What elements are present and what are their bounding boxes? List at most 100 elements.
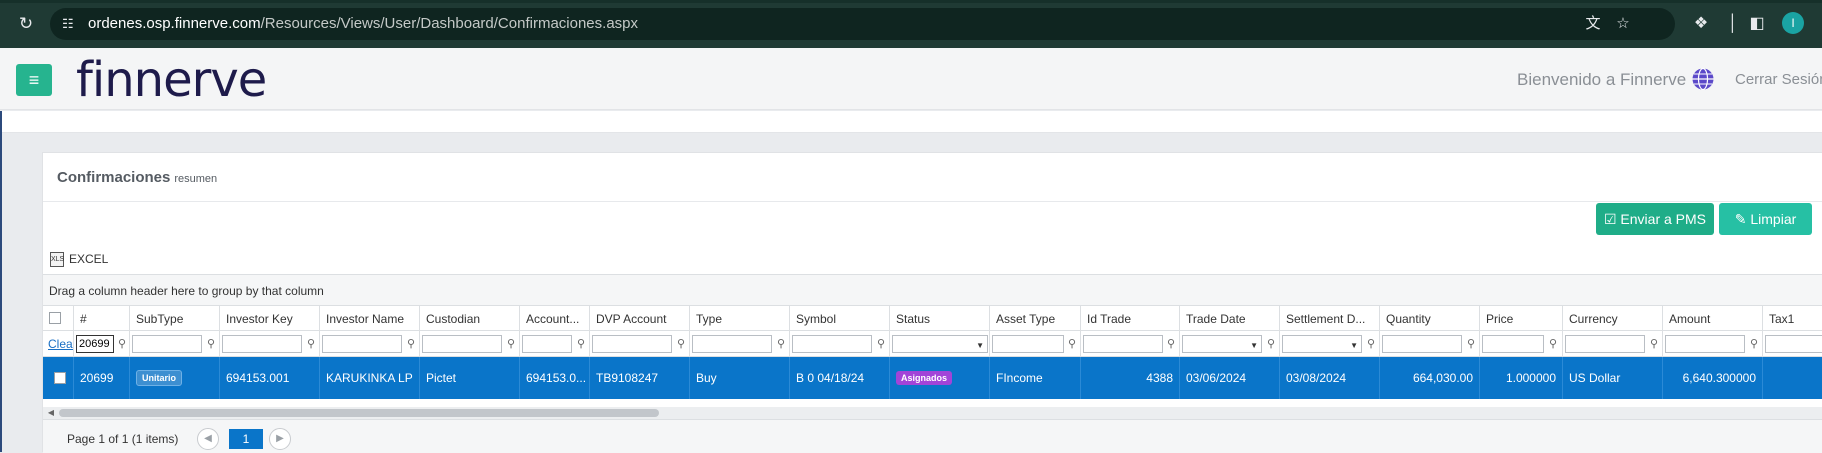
filter-input-id-trade[interactable] (1083, 335, 1163, 353)
cell-investor-key: 694153.001 (220, 357, 320, 399)
logout-link[interactable]: Cerrar Sesión (1735, 71, 1822, 88)
title-divider (43, 201, 1822, 202)
page-number-current[interactable]: 1 (229, 429, 263, 449)
column-header-currency[interactable]: Currency (1563, 306, 1663, 330)
panel-subtitle: resumen (174, 173, 218, 185)
column-header-dvp-account[interactable]: DVP Account (590, 306, 690, 330)
filter-date-settlement[interactable]: ▼ (1282, 335, 1362, 353)
grid-pager: Page 1 of 1 (1 items) ◀ 1 ▶ (43, 419, 1822, 453)
filter-clear-link[interactable]: Clear (48, 337, 73, 351)
group-panel[interactable]: Drag a column header here to group by th… (43, 274, 1822, 306)
translate-icon[interactable]: 文 (1583, 14, 1603, 34)
filter-pin-icon[interactable]: ⚲ (1367, 337, 1375, 350)
row-checkbox[interactable] (54, 372, 66, 384)
column-header-investor-key[interactable]: Investor Key (220, 306, 320, 330)
address-bar[interactable]: ☷ ordenes.osp.finnerve.com/Resources/Vie… (50, 8, 1675, 40)
filter-pin-icon[interactable]: ⚲ (777, 337, 785, 350)
filter-input-quantity[interactable] (1382, 335, 1462, 353)
filter-input-price[interactable] (1482, 335, 1544, 353)
column-header-symbol[interactable]: Symbol (790, 306, 890, 330)
filter-pin-icon[interactable]: ⚲ (407, 337, 415, 350)
filter-pin-icon[interactable]: ⚲ (1750, 337, 1758, 350)
filter-cell-quantity: ⚲ (1380, 331, 1480, 356)
filter-pin-icon[interactable]: ⚲ (1167, 337, 1175, 350)
filter-pin-icon[interactable]: ⚲ (207, 337, 215, 350)
next-page-icon[interactable]: ▶ (269, 428, 291, 450)
cell-id-trade: 4388 (1081, 357, 1180, 399)
select-all-checkbox[interactable] (49, 312, 61, 324)
welcome-text: Bienvenido a Finnerve (1517, 70, 1687, 89)
filter-pin-icon[interactable]: ⚲ (677, 337, 685, 350)
filter-input-account[interactable] (522, 335, 572, 353)
column-header-investor-name[interactable]: Investor Name (320, 306, 420, 330)
filter-date-trade[interactable]: ▼ (1182, 335, 1262, 353)
row-select-cell[interactable] (43, 357, 74, 399)
prev-page-icon[interactable]: ◀ (197, 428, 219, 450)
filter-cell-trade-date: ▼ ⚲ (1180, 331, 1280, 356)
filter-pin-icon[interactable]: ⚲ (507, 337, 515, 350)
bookmark-star-icon[interactable]: ☆ (1613, 14, 1633, 34)
filter-input-currency[interactable] (1565, 335, 1645, 353)
filter-cell-investor-name: ⚲ (320, 331, 420, 356)
filter-pin-icon[interactable]: ⚲ (1068, 337, 1076, 350)
filter-input-investor-name[interactable] (322, 335, 402, 353)
side-panel-icon[interactable]: ◧ (1747, 14, 1767, 34)
filter-input-tax1[interactable] (1765, 335, 1822, 353)
filter-pin-icon[interactable]: ⚲ (1549, 337, 1557, 350)
column-header-trade-date[interactable]: Trade Date (1180, 306, 1280, 330)
filter-input-investor-key[interactable] (222, 335, 302, 353)
filter-pin-icon[interactable]: ⚲ (1650, 337, 1658, 350)
filter-pin-icon[interactable]: ⚲ (1267, 337, 1275, 350)
filter-input-asset-type[interactable] (992, 335, 1064, 353)
filter-pin-icon[interactable]: ⚲ (307, 337, 315, 350)
filter-pin-icon[interactable]: ⚲ (118, 337, 126, 350)
profile-avatar[interactable]: I (1782, 12, 1804, 34)
column-header-tax1[interactable]: Tax1 (1763, 306, 1822, 330)
filter-input-subtype[interactable] (132, 335, 202, 353)
select-all-cell[interactable] (43, 306, 74, 330)
column-header-quantity[interactable]: Quantity (1380, 306, 1480, 330)
url-text[interactable]: ordenes.osp.finnerve.com/Resources/Views… (88, 15, 638, 32)
column-header-asset-type[interactable]: Asset Type (990, 306, 1081, 330)
filter-input-type[interactable] (692, 335, 772, 353)
scroll-left-icon[interactable]: ◀ (45, 407, 57, 419)
horizontal-scrollbar[interactable]: ◀ (43, 407, 1822, 419)
filter-cell-settlement-date: ▼ ⚲ (1280, 331, 1380, 356)
brand-logo[interactable]: finnerve (76, 52, 267, 108)
column-header-subtype[interactable]: SubType (130, 306, 220, 330)
column-header-custodian[interactable]: Custodian (420, 306, 520, 330)
check-square-icon: ☑ (1603, 211, 1617, 227)
cell-type: Buy (690, 357, 790, 399)
filter-input-dvp-account[interactable] (592, 335, 672, 353)
table-row[interactable]: 20699 Unitario 694153.001 KARUKINKA LP P… (43, 357, 1822, 399)
extensions-icon[interactable]: ❖ (1691, 14, 1711, 34)
filter-input-amount[interactable] (1665, 335, 1745, 353)
column-header-status[interactable]: Status (890, 306, 990, 330)
excel-export-button[interactable]: XLS EXCEL (50, 252, 108, 268)
reload-icon[interactable]: ↻ (16, 14, 36, 34)
globe-icon[interactable] (1691, 67, 1715, 91)
column-header-amount[interactable]: Amount (1663, 306, 1763, 330)
site-settings-icon[interactable]: ☷ (62, 16, 78, 32)
column-header-id-trade[interactable]: Id Trade (1081, 306, 1180, 330)
enviar-pms-button[interactable]: ☑ Enviar a PMS (1596, 203, 1714, 235)
scrollbar-thumb[interactable] (59, 409, 659, 417)
filter-pin-icon[interactable]: ⚲ (877, 337, 885, 350)
filter-input-number[interactable] (76, 335, 114, 353)
enviar-pms-label: Enviar a PMS (1620, 211, 1707, 227)
filter-select-status[interactable]: ▼ (892, 335, 988, 353)
column-header-price[interactable]: Price (1480, 306, 1563, 330)
filter-pin-icon[interactable]: ⚲ (577, 337, 585, 350)
limpiar-button[interactable]: ✎ Limpiar (1719, 203, 1812, 235)
filter-pin-icon[interactable]: ⚲ (1467, 337, 1475, 350)
filter-input-symbol[interactable] (792, 335, 872, 353)
column-header-account[interactable]: Account... (520, 306, 590, 330)
filter-input-custodian[interactable] (422, 335, 502, 353)
grid-header-row: # SubType Investor Key Investor Name Cus… (43, 306, 1822, 331)
panel-title: Confirmaciones resumen (57, 169, 217, 186)
hamburger-menu-button[interactable]: ≡ (16, 64, 52, 96)
cell-asset-type: FIncome (990, 357, 1081, 399)
column-header-number[interactable]: # (74, 306, 130, 330)
column-header-settlement-date[interactable]: Settlement D... (1280, 306, 1380, 330)
column-header-type[interactable]: Type (690, 306, 790, 330)
